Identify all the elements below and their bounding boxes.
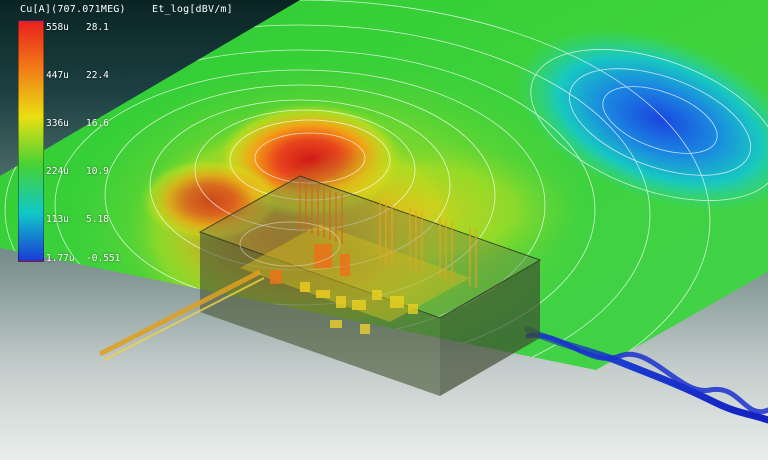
legend-field-value: -0.551 xyxy=(86,253,121,264)
legend-current-value: 224u xyxy=(46,166,69,177)
legend-current-value: 113u xyxy=(46,214,69,225)
legend-current-value: 1.77u xyxy=(46,253,75,264)
twisted-cable xyxy=(524,326,768,424)
legend-row-1: 447u 22.4 xyxy=(46,70,109,81)
legend-field-value: 5.18 xyxy=(86,214,109,225)
legend-field-value: 10.9 xyxy=(86,166,109,177)
legend-row-4: 113u 5.18 xyxy=(46,214,109,225)
legend-row-0: 558u 28.1 xyxy=(46,22,109,33)
legend-field-value: 22.4 xyxy=(86,70,109,81)
legend-current-value: 447u xyxy=(46,70,69,81)
current-label: Cu[A](707.071MEG) xyxy=(20,4,126,15)
legend-field-value: 28.1 xyxy=(86,22,109,33)
field-label: Et_log[dBV/m] xyxy=(152,4,233,15)
legend-current-value: 336u xyxy=(46,118,69,129)
legend-current-value: 558u xyxy=(46,22,69,33)
color-legend-bar xyxy=(18,20,44,262)
legend-row-2: 336u 16.6 xyxy=(46,118,109,129)
legend-row-5: 1.77u -0.551 xyxy=(46,253,120,264)
legend-field-value: 16.6 xyxy=(86,118,109,129)
legend-row-3: 224u 10.9 xyxy=(46,166,109,177)
field-visualization xyxy=(0,0,768,424)
